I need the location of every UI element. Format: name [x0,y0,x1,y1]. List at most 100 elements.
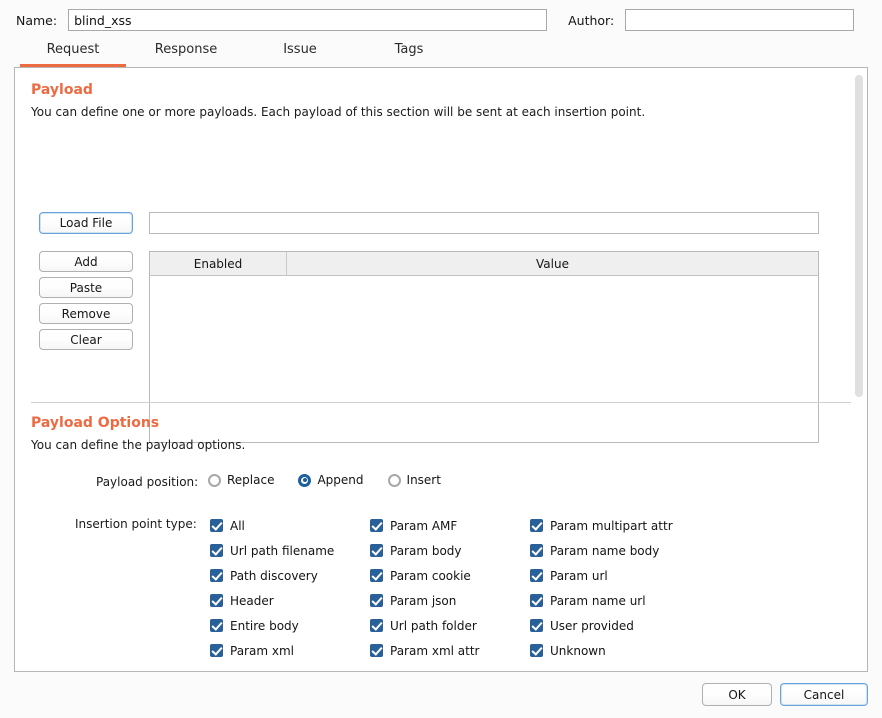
check-icon-param-json[interactable] [370,594,383,607]
checkbox-item-param-xml[interactable]: Param xml [210,638,370,663]
header-fields-row: Name: Author: [0,0,882,40]
column-header-value[interactable]: Value [287,252,818,275]
check-icon-url-path-folder[interactable] [370,619,383,632]
checkbox-item-url-path-filename[interactable]: Url path filename [210,538,370,563]
checkbox-item-param-amf[interactable]: Param AMF [370,513,530,538]
check-icon-entire-body[interactable] [210,619,223,632]
author-label: Author: [568,12,615,28]
checkbox-item-param-name-url[interactable]: Param name url [530,588,700,613]
payload-file-path-input[interactable] [149,212,819,234]
checkbox-label-param-json: Param json [390,593,457,608]
panel-scrollbar-thumb[interactable] [855,75,863,397]
name-label: Name: [16,12,58,28]
radio-option-replace[interactable]: Replace [208,473,274,487]
payload-table-header: Enabled Value [150,252,818,276]
checkbox-label-header: Header [230,593,274,608]
payload-options-description: You can define the payload options. [31,438,246,452]
checkbox-label-param-body: Param body [390,543,462,558]
checkbox-label-param-multipart-attr: Param multipart attr [550,518,673,533]
checkbox-item-all[interactable]: All [210,513,370,538]
checkbox-item-user-provided[interactable]: User provided [530,613,700,638]
checkbox-label-url-path-filename: Url path filename [230,543,335,558]
tab-response-label: Response [154,42,218,57]
radio-label-append: Append [317,473,364,487]
check-icon-user-provided[interactable] [530,619,543,632]
checkbox-item-param-xml-attr[interactable]: Param xml attr [370,638,530,663]
checkbox-label-user-provided: User provided [550,618,634,633]
tab-response[interactable]: Response [126,40,246,67]
check-icon-param-url[interactable] [530,569,543,582]
tab-tags-label: Tags [394,42,424,57]
checkbox-item-param-cookie[interactable]: Param cookie [370,563,530,588]
name-input[interactable] [68,9,548,31]
request-tab-panel: Payload You can define one or more paylo… [14,67,868,672]
checkbox-item-param-body[interactable]: Param body [370,538,530,563]
check-icon-param-name-url[interactable] [530,594,543,607]
remove-payload-button[interactable]: Remove [39,303,133,324]
load-file-button[interactable]: Load File [39,212,133,234]
checkbox-item-param-url[interactable]: Param url [530,563,700,588]
checkbox-label-param-xml: Param xml [230,643,294,658]
checkbox-item-unknown[interactable]: Unknown [530,638,700,663]
checkbox-label-param-xml-attr: Param xml attr [390,643,480,658]
insertion-point-type-label: Insertion point type: [75,517,197,531]
tab-issue-label: Issue [283,42,317,57]
insertion-column-1: All Url path filename Path discovery Hea… [210,513,370,663]
radio-option-append[interactable]: Append [298,473,364,487]
tab-issue[interactable]: Issue [246,40,354,67]
panel-vertical-scrollbar[interactable] [852,69,866,670]
check-icon-param-multipart-attr[interactable] [530,519,543,532]
payload-position-label: Payload position: [96,475,199,489]
checkbox-item-param-name-body[interactable]: Param name body [530,538,700,563]
payload-options-section: Payload Options You can define the paylo… [15,403,867,671]
insertion-column-3: Param multipart attr Param name body Par… [530,513,700,663]
check-icon-unknown[interactable] [530,644,543,657]
payload-section: Payload You can define one or more paylo… [15,68,867,443]
checkbox-label-entire-body: Entire body [230,618,299,633]
check-icon-path-discovery[interactable] [210,569,223,582]
check-icon-param-xml-attr[interactable] [370,644,383,657]
radio-label-insert: Insert [406,473,441,487]
ok-button[interactable]: OK [702,683,772,706]
checkbox-item-path-discovery[interactable]: Path discovery [210,563,370,588]
check-icon-param-body[interactable] [370,544,383,557]
check-icon-all[interactable] [210,519,223,532]
radio-icon-replace[interactable] [208,473,221,487]
checkbox-label-param-url: Param url [550,568,608,583]
checkbox-item-url-path-folder[interactable]: Url path folder [370,613,530,638]
check-icon-url-path-filename[interactable] [210,544,223,557]
check-icon-param-xml[interactable] [210,644,223,657]
tab-request[interactable]: Request [20,40,126,67]
checkbox-label-unknown: Unknown [550,643,606,658]
check-icon-param-amf[interactable] [370,519,383,532]
radio-icon-insert[interactable] [387,473,401,487]
payload-position-radio-group: Replace Append Insert [208,473,465,487]
checkbox-label-all: All [230,518,245,533]
add-payload-button[interactable]: Add [39,251,133,272]
checkbox-item-entire-body[interactable]: Entire body [210,613,370,638]
checkbox-label-param-name-body: Param name body [550,543,660,558]
radio-label-replace: Replace [227,473,275,487]
checkbox-label-param-amf: Param AMF [390,518,458,533]
check-icon-param-name-body[interactable] [530,544,543,557]
checkbox-label-path-discovery: Path discovery [230,568,318,583]
paste-payload-button[interactable]: Paste [39,277,133,298]
tab-bar: Request Response Issue Tags [0,40,882,67]
checkbox-item-header[interactable]: Header [210,588,370,613]
checkbox-item-param-json[interactable]: Param json [370,588,530,613]
column-header-enabled[interactable]: Enabled [150,252,287,275]
check-icon-param-cookie[interactable] [370,569,383,582]
cancel-button[interactable]: Cancel [780,683,868,706]
payload-section-title: Payload [31,82,93,98]
radio-icon-append[interactable] [298,473,312,487]
insertion-point-type-group: All Url path filename Path discovery Hea… [210,513,700,663]
tab-request-label: Request [46,42,100,57]
tab-tags[interactable]: Tags [354,40,464,67]
checkbox-item-param-multipart-attr[interactable]: Param multipart attr [530,513,700,538]
radio-option-insert[interactable]: Insert [387,473,441,487]
checkbox-label-param-cookie: Param cookie [390,568,471,583]
check-icon-header[interactable] [210,594,223,607]
dialog-footer: OK Cancel [0,672,882,718]
clear-payload-button[interactable]: Clear [39,329,133,350]
author-input[interactable] [625,9,855,31]
